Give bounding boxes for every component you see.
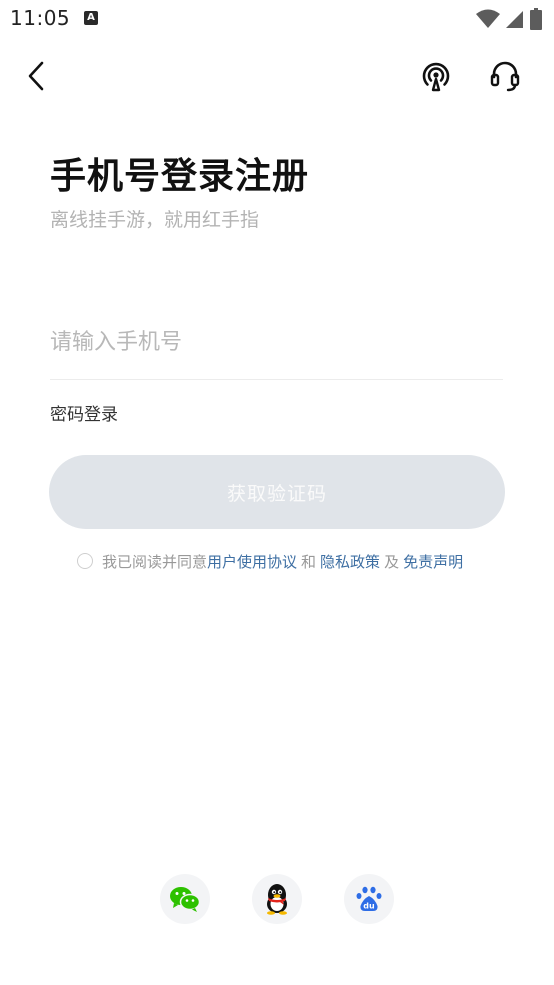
svg-text:du: du xyxy=(363,902,375,911)
disclaimer-link[interactable]: 免责声明 xyxy=(403,551,463,572)
page-subtitle: 离线挂手游，就用红手指 xyxy=(50,209,260,231)
agreement-prefix: 我已阅读并同意 xyxy=(102,552,208,571)
broadcast-button[interactable] xyxy=(414,54,458,98)
input-divider xyxy=(50,379,503,380)
privacy-policy-link[interactable]: 隐私政策 xyxy=(320,551,380,572)
status-bar: 11:05 A xyxy=(0,0,554,38)
qq-penguin-icon xyxy=(267,884,287,915)
baidu-login-button[interactable]: du xyxy=(344,874,394,924)
status-icons xyxy=(476,8,542,30)
page-title: 手机号登录注册 xyxy=(50,156,310,197)
customer-service-button[interactable] xyxy=(483,54,527,98)
agreement-checkbox[interactable] xyxy=(77,553,93,569)
wechat-login-button[interactable] xyxy=(160,874,210,924)
baidu-paw-icon: du xyxy=(356,886,382,911)
password-login-link[interactable]: 密码登录 xyxy=(50,400,118,425)
agreement-row: 我已阅读并同意 用户使用协议 和 隐私政策 及 免责声明 xyxy=(77,550,463,572)
wechat-icon xyxy=(170,887,201,912)
get-verification-code-button[interactable]: 获取验证码 xyxy=(49,455,505,529)
back-button[interactable] xyxy=(15,54,59,98)
phone-input[interactable] xyxy=(50,322,502,362)
headset-icon xyxy=(490,61,520,92)
chevron-left-icon xyxy=(28,61,44,91)
status-time: 11:05 xyxy=(10,6,71,30)
wifi-icon xyxy=(476,9,500,28)
agreement-and: 和 xyxy=(301,552,317,571)
a-notification-icon: A xyxy=(84,11,98,25)
signal-icon xyxy=(506,11,523,28)
qq-login-button[interactable] xyxy=(252,874,302,924)
battery-icon xyxy=(530,8,542,30)
user-agreement-link[interactable]: 用户使用协议 xyxy=(207,551,297,572)
broadcast-icon xyxy=(422,62,450,92)
agreement-also: 及 xyxy=(384,552,400,571)
top-bar xyxy=(0,52,554,104)
